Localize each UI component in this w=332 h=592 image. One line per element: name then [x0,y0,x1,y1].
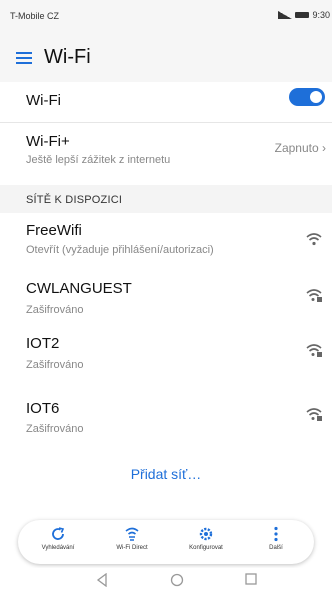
network-item-iot2[interactable]: IOT2 Zašifrováno [0,323,332,378]
add-network-button[interactable]: Přidat síť… [0,466,332,482]
bottom-toolbar: Vyhledávání Wi-Fi Direct Konfigurovat Da… [18,520,314,564]
scan-label: Vyhledávání [41,545,75,551]
more-vertical-icon [274,526,278,542]
wifi-toggle-row[interactable]: Wi-Fi [0,82,332,122]
recents-icon[interactable] [245,573,257,585]
carrier-name: T-Mobile CZ [10,11,60,21]
back-icon[interactable] [96,573,108,587]
wifi-open-icon [306,233,322,246]
wifi-direct-icon [125,527,139,541]
wifi-locked-icon [306,408,322,421]
network-item-freewifi[interactable]: FreeWifi Otevřít (vyžaduje přihlášení/au… [0,213,332,268]
wifi-locked-icon [306,344,322,357]
wifi-plus-title: Wi-Fi+ [26,133,70,150]
network-name: CWLANGUEST [26,280,132,297]
gear-icon [199,527,213,541]
network-status: Zašifrováno [26,359,84,371]
network-name: IOT6 [26,400,60,417]
network-name: IOT2 [26,335,60,352]
page-title: Wi-Fi [44,46,91,68]
configure-button[interactable]: Konfigurovat [176,526,236,551]
home-icon[interactable] [170,573,184,587]
wifi-toggle-label: Wi-Fi [26,92,61,109]
wifi-toggle-switch[interactable] [289,88,325,106]
wifi-direct-label: Wi-Fi Direct [116,545,148,551]
section-header: SÍTĚ K DISPOZICI [0,185,332,213]
more-label: Další [269,545,283,551]
network-item-iot6[interactable]: IOT6 Zašifrováno [0,378,332,435]
network-status: Otevřít (vyžaduje přihlášení/autorizaci) [26,244,214,256]
wifi-locked-icon [306,289,322,302]
toggle-knob [310,91,322,103]
wifi-plus-value: Zapnuto › [274,141,326,155]
more-button[interactable]: Další [246,526,306,551]
network-status: Zašifrováno [26,304,84,316]
clock: 9:30 [312,10,330,20]
section-label: SÍTĚ K DISPOZICI [26,194,123,206]
app-bar: Wi-Fi [0,26,332,82]
signal-icon [278,11,293,19]
battery-icon [295,12,310,18]
configure-label: Konfigurovat [189,545,223,551]
network-status: Zašifrováno [26,423,84,435]
hamburger-icon[interactable] [16,52,32,64]
status-indicators: 9:30 [278,10,330,20]
status-bar: T-Mobile CZ 9:30 [0,0,332,26]
chevron-right-icon: › [322,141,326,155]
system-nav-bar [0,568,332,592]
refresh-icon [52,527,65,540]
wifi-direct-button[interactable]: Wi-Fi Direct [102,526,162,551]
scan-button[interactable]: Vyhledávání [28,526,88,551]
wifi-plus-subtitle: Ještě lepší zážitek z internetu [26,154,171,166]
network-name: FreeWifi [26,222,82,239]
network-item-cwlanguest[interactable]: CWLANGUEST Zašifrováno [0,268,332,323]
